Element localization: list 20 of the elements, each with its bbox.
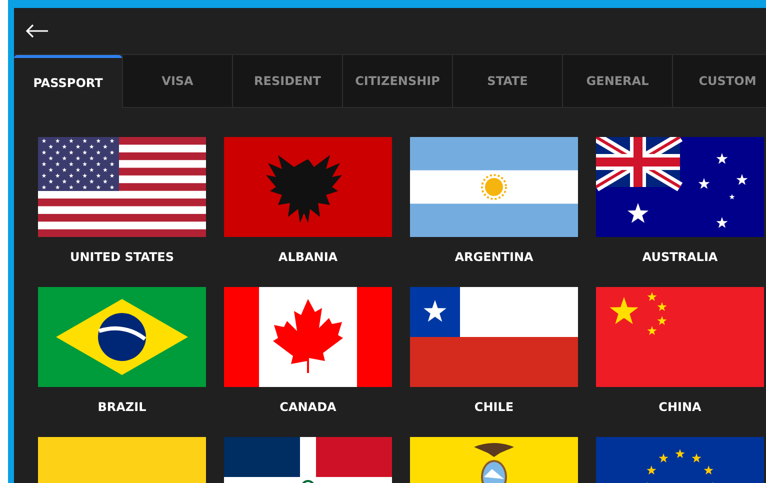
flag-drawing[interactable]	[596, 137, 764, 237]
tab[interactable]: PASSPORT	[14, 55, 122, 108]
tab[interactable]: CITIZENSHIP	[342, 55, 452, 107]
tab[interactable]: RESIDENT	[232, 55, 342, 107]
country-name: ARGENTINA	[454, 250, 534, 264]
country-name: UNITED STATES	[70, 250, 174, 264]
tab[interactable]: CUSTOM	[672, 55, 766, 107]
tab[interactable]: GENERAL	[562, 55, 672, 107]
flag-drawing[interactable]	[38, 287, 206, 387]
country-name: BRAZIL	[98, 400, 146, 414]
flag-drawing[interactable]	[410, 287, 578, 387]
tab[interactable]: VISA	[122, 55, 232, 107]
country-name: AUSTRALIA	[642, 250, 718, 264]
country-name: ALBANIA	[278, 250, 338, 264]
flag-drawing[interactable]	[38, 137, 206, 237]
country-name: CHILE	[474, 400, 514, 414]
tab[interactable]: STATE	[452, 55, 562, 107]
country-name: CHINA	[658, 400, 702, 414]
country-name: CANADA	[280, 400, 336, 414]
back-arrow-icon[interactable]	[25, 24, 49, 38]
